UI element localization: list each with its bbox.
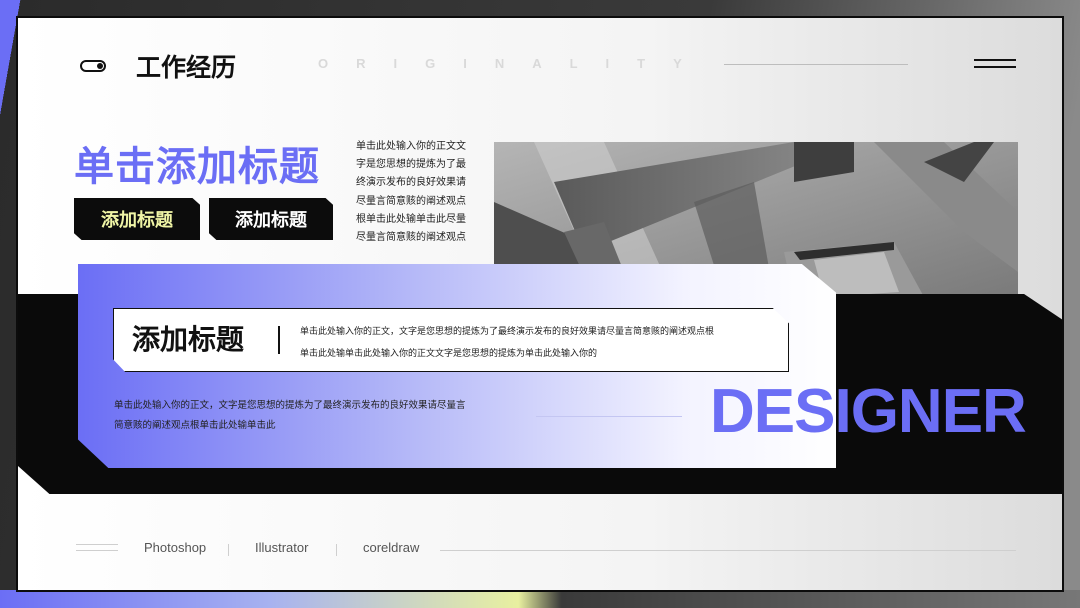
footer-divider [440,550,1016,551]
toggle-icon[interactable] [80,60,106,72]
designer-highlight: DESIGNER [710,377,1027,446]
header-watermark: ORIGINALITY [318,56,710,71]
skill-coreldraw: coreldraw [363,540,420,555]
menu-icon[interactable] [974,58,1016,70]
bottom-accent-strip [0,590,1080,608]
card-body-text: 单击此处输入你的正文，文字是您思想的提炼为了最终演示发布的良好效果请尽量言简意赅… [114,400,466,431]
inner-body-text: 单击此处输入你的正文，文字是您思想的提炼为了最终演示发布的良好效果请尽量言简意赅… [300,321,780,365]
header-divider [724,64,908,65]
page-title: 工作经历 [136,53,237,82]
slide: 工作经历 ORIGINALITY 单击添加标题 添加标题 添加标题 单击此处输入… [16,16,1064,592]
footer-mark [76,544,118,552]
inner-text-line-2: 单击此处输单击此处输入你的正文文字是您思想的提炼为单击此处输入你的 [300,349,598,359]
inner-text-line-1: 单击此处输入你的正文，文字是您思想的提炼为了最终演示发布的良好效果请尽量言简意赅… [300,327,715,337]
skill-separator [228,544,229,556]
main-title: 单击添加标题 [74,144,320,190]
skill-separator [336,544,337,556]
card-divider [536,416,682,417]
inner-title: 添加标题 [132,323,245,356]
skill-photoshop: Photoshop [144,540,207,555]
skill-illustrator: Illustrator [255,540,309,555]
inner-divider [278,326,280,354]
tag-button-2[interactable]: 添加标题 [209,198,333,240]
tag-button-1[interactable]: 添加标题 [74,198,200,240]
side-body-text: 单击此处输入你的正文文字是您思想的提炼为了最终演示发布的良好效果请尽量言简意赅的… [356,141,466,244]
